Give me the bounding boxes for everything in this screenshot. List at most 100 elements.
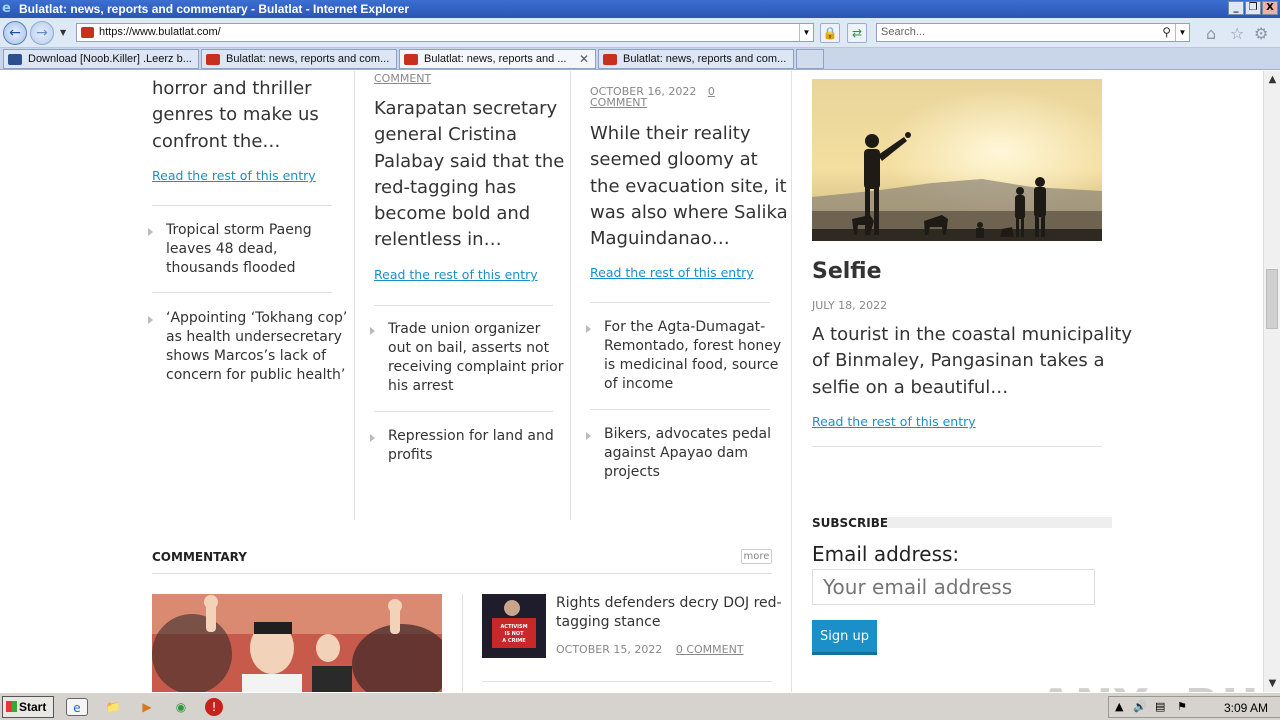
divider bbox=[152, 205, 332, 206]
comment-count-link[interactable]: 0 COMMENT bbox=[676, 643, 744, 656]
thumbnail-text: ACTIVISM bbox=[500, 624, 527, 630]
related-line: out on bail, asserts not bbox=[388, 340, 550, 356]
new-tab-button[interactable] bbox=[796, 49, 824, 69]
flag-icon[interactable]: ⚑ bbox=[1177, 700, 1187, 713]
recent-pages-dropdown-icon[interactable]: ▼ bbox=[60, 28, 66, 37]
tray-expand-icon[interactable]: ▲ bbox=[1115, 700, 1123, 713]
stop-icon[interactable]: ! bbox=[205, 698, 223, 716]
tab-bulatlat-active[interactable]: Bulatlat: news, reports and ... ✕ bbox=[399, 49, 596, 69]
address-dropdown-icon[interactable]: ▼ bbox=[799, 24, 813, 41]
col3-comment-link[interactable]: COMMENT bbox=[590, 96, 647, 109]
excerpt-line: While their reality bbox=[590, 123, 751, 144]
comment-count-link[interactable]: 0 bbox=[708, 85, 715, 98]
related-line: profits bbox=[388, 447, 433, 463]
photo-read-more-link[interactable]: Read the rest of this entry bbox=[812, 414, 976, 429]
excerpt-line: genres to make us bbox=[152, 104, 319, 126]
related-line: For the Agta-Dumagat- bbox=[604, 319, 766, 335]
excerpt-line: the evacuation site, it bbox=[590, 175, 787, 197]
bullet-icon bbox=[586, 325, 591, 333]
col1-read-more-link[interactable]: Read the rest of this entry bbox=[152, 168, 316, 183]
related-line: is medicinal food, source bbox=[604, 357, 779, 373]
commentary-thumbnail[interactable]: ACTIVISM IS NOT A CRIME bbox=[482, 594, 546, 658]
signup-button[interactable]: Sign up bbox=[812, 620, 877, 655]
scroll-down-icon[interactable]: ▼ bbox=[1264, 675, 1280, 692]
divider bbox=[812, 446, 1102, 447]
col1-related-link-2[interactable]: ‘Appointing ‘Tokhang cop’ as health unde… bbox=[166, 309, 347, 385]
media-player-icon[interactable]: ▶ bbox=[138, 698, 156, 716]
home-icon[interactable]: ⌂ bbox=[1206, 24, 1216, 43]
commentary-item-title-link[interactable]: Rights defenders decry DOJ red- tagging … bbox=[556, 594, 782, 632]
network-icon[interactable]: ▤ bbox=[1155, 700, 1165, 713]
tab-bulatlat-1[interactable]: Bulatlat: news, reports and com... bbox=[201, 49, 397, 69]
related-line: receiving complaint prior bbox=[388, 359, 564, 375]
col1-related-link-1[interactable]: Tropical storm Paeng leaves 48 dead, tho… bbox=[166, 221, 312, 278]
close-button[interactable]: X bbox=[1262, 1, 1278, 15]
volume-icon[interactable]: 🔊 bbox=[1133, 700, 1147, 713]
col3-read-more-link[interactable]: Read the rest of this entry bbox=[590, 265, 754, 280]
related-line: ‘Appointing ‘Tokhang cop’ bbox=[166, 310, 348, 326]
divider bbox=[374, 411, 553, 412]
start-button[interactable]: Start bbox=[2, 696, 54, 718]
commentary-divider bbox=[462, 594, 463, 692]
lock-icon[interactable]: 🔒 bbox=[820, 23, 840, 43]
search-dropdown-icon[interactable]: ▼ bbox=[1175, 24, 1189, 41]
close-tab-icon[interactable]: ✕ bbox=[579, 52, 589, 66]
ie-taskbar-icon[interactable]: e bbox=[66, 698, 88, 716]
system-tray: ▲ 🔊 ▤ ⚑ 3:09 AM bbox=[1108, 696, 1280, 718]
excerpt-line: become bold and bbox=[374, 203, 531, 225]
related-line: concern for public health’ bbox=[166, 367, 346, 383]
folder-icon[interactable]: 📁 bbox=[104, 698, 122, 716]
chrome-icon[interactable]: ◉ bbox=[172, 698, 190, 716]
bullet-icon bbox=[148, 316, 153, 324]
divider bbox=[590, 409, 770, 410]
address-bar[interactable]: https://www.bulatlat.com/ ▼ bbox=[76, 23, 814, 42]
scroll-thumb[interactable] bbox=[1266, 269, 1278, 329]
post-date: OCTOBER 15, 2022 bbox=[556, 643, 663, 656]
excerpt-line: Karapatan secretary bbox=[374, 98, 558, 119]
col3-related-link-1[interactable]: For the Agta-Dumagat- Remontado, forest … bbox=[604, 318, 781, 394]
col2-comment-link[interactable]: COMMENT bbox=[374, 72, 431, 85]
email-field[interactable] bbox=[812, 569, 1095, 605]
gear-icon[interactable]: ⚙ bbox=[1254, 24, 1268, 43]
commentary-heading: COMMENTARY bbox=[152, 550, 247, 564]
photo-title-link[interactable]: Selfie bbox=[812, 259, 882, 284]
commentary-more-button[interactable]: more bbox=[741, 549, 772, 564]
refresh-icon[interactable]: ⇄ bbox=[847, 23, 867, 43]
ie-logo-icon: e bbox=[2, 1, 11, 16]
col2-read-more-link[interactable]: Read the rest of this entry bbox=[374, 267, 538, 282]
divider bbox=[152, 573, 772, 574]
col2-related-link-1[interactable]: Trade union organizer out on bail, asser… bbox=[388, 320, 563, 396]
related-line: leaves 48 dead, bbox=[166, 241, 278, 257]
restore-button[interactable]: ❐ bbox=[1245, 1, 1261, 15]
excerpt-line: red-tagging has bbox=[374, 176, 517, 198]
tab-bulatlat-3[interactable]: Bulatlat: news, reports and com... bbox=[598, 49, 794, 69]
heading-rule bbox=[887, 517, 1112, 528]
excerpt-line: A tourist in the coastal municipality bbox=[812, 324, 1133, 345]
search-icon[interactable]: ⚲ bbox=[1162, 25, 1171, 39]
window-title: Bulatlat: news, reports and commentary -… bbox=[19, 2, 410, 16]
vertical-scrollbar[interactable]: ▲ ▼ bbox=[1263, 71, 1280, 692]
minimize-button[interactable]: _ bbox=[1228, 1, 1244, 15]
excerpt-line: selfie on a beautiful… bbox=[812, 376, 1009, 398]
col2-related-link-2[interactable]: Repression for land and profits bbox=[388, 427, 554, 465]
favorites-star-icon[interactable]: ☆ bbox=[1230, 24, 1244, 43]
col3-related-link-2[interactable]: Bikers, advocates pedal against Apayao d… bbox=[604, 425, 771, 482]
forward-arrow-icon[interactable]: → bbox=[30, 21, 54, 45]
related-line: Repression for land and bbox=[388, 428, 554, 444]
divider bbox=[590, 302, 770, 303]
tab-download[interactable]: Download [Noob.Killer] .Leerz b... bbox=[3, 49, 199, 69]
search-placeholder: Search... bbox=[881, 26, 926, 38]
related-line: shows Marcos’s lack of bbox=[166, 348, 327, 364]
clock[interactable]: 3:09 AM bbox=[1224, 701, 1268, 715]
tab-label: Bulatlat: news, reports and ... bbox=[424, 53, 567, 65]
scroll-up-icon[interactable]: ▲ bbox=[1264, 71, 1280, 88]
selfie-photo[interactable] bbox=[812, 79, 1102, 241]
search-input[interactable]: Search... ⚲ ▼ bbox=[876, 23, 1190, 42]
back-arrow-icon[interactable]: ← bbox=[3, 21, 27, 45]
tab-favicon-icon bbox=[404, 54, 418, 65]
commentary-lead-photo[interactable] bbox=[152, 594, 442, 692]
tab-bar: Download [Noob.Killer] .Leerz b... Bulat… bbox=[0, 48, 1280, 70]
related-line: his arrest bbox=[388, 378, 454, 394]
commentary-item-meta: OCTOBER 15, 2022 0 COMMENT bbox=[556, 643, 744, 656]
bullet-icon bbox=[148, 228, 153, 236]
